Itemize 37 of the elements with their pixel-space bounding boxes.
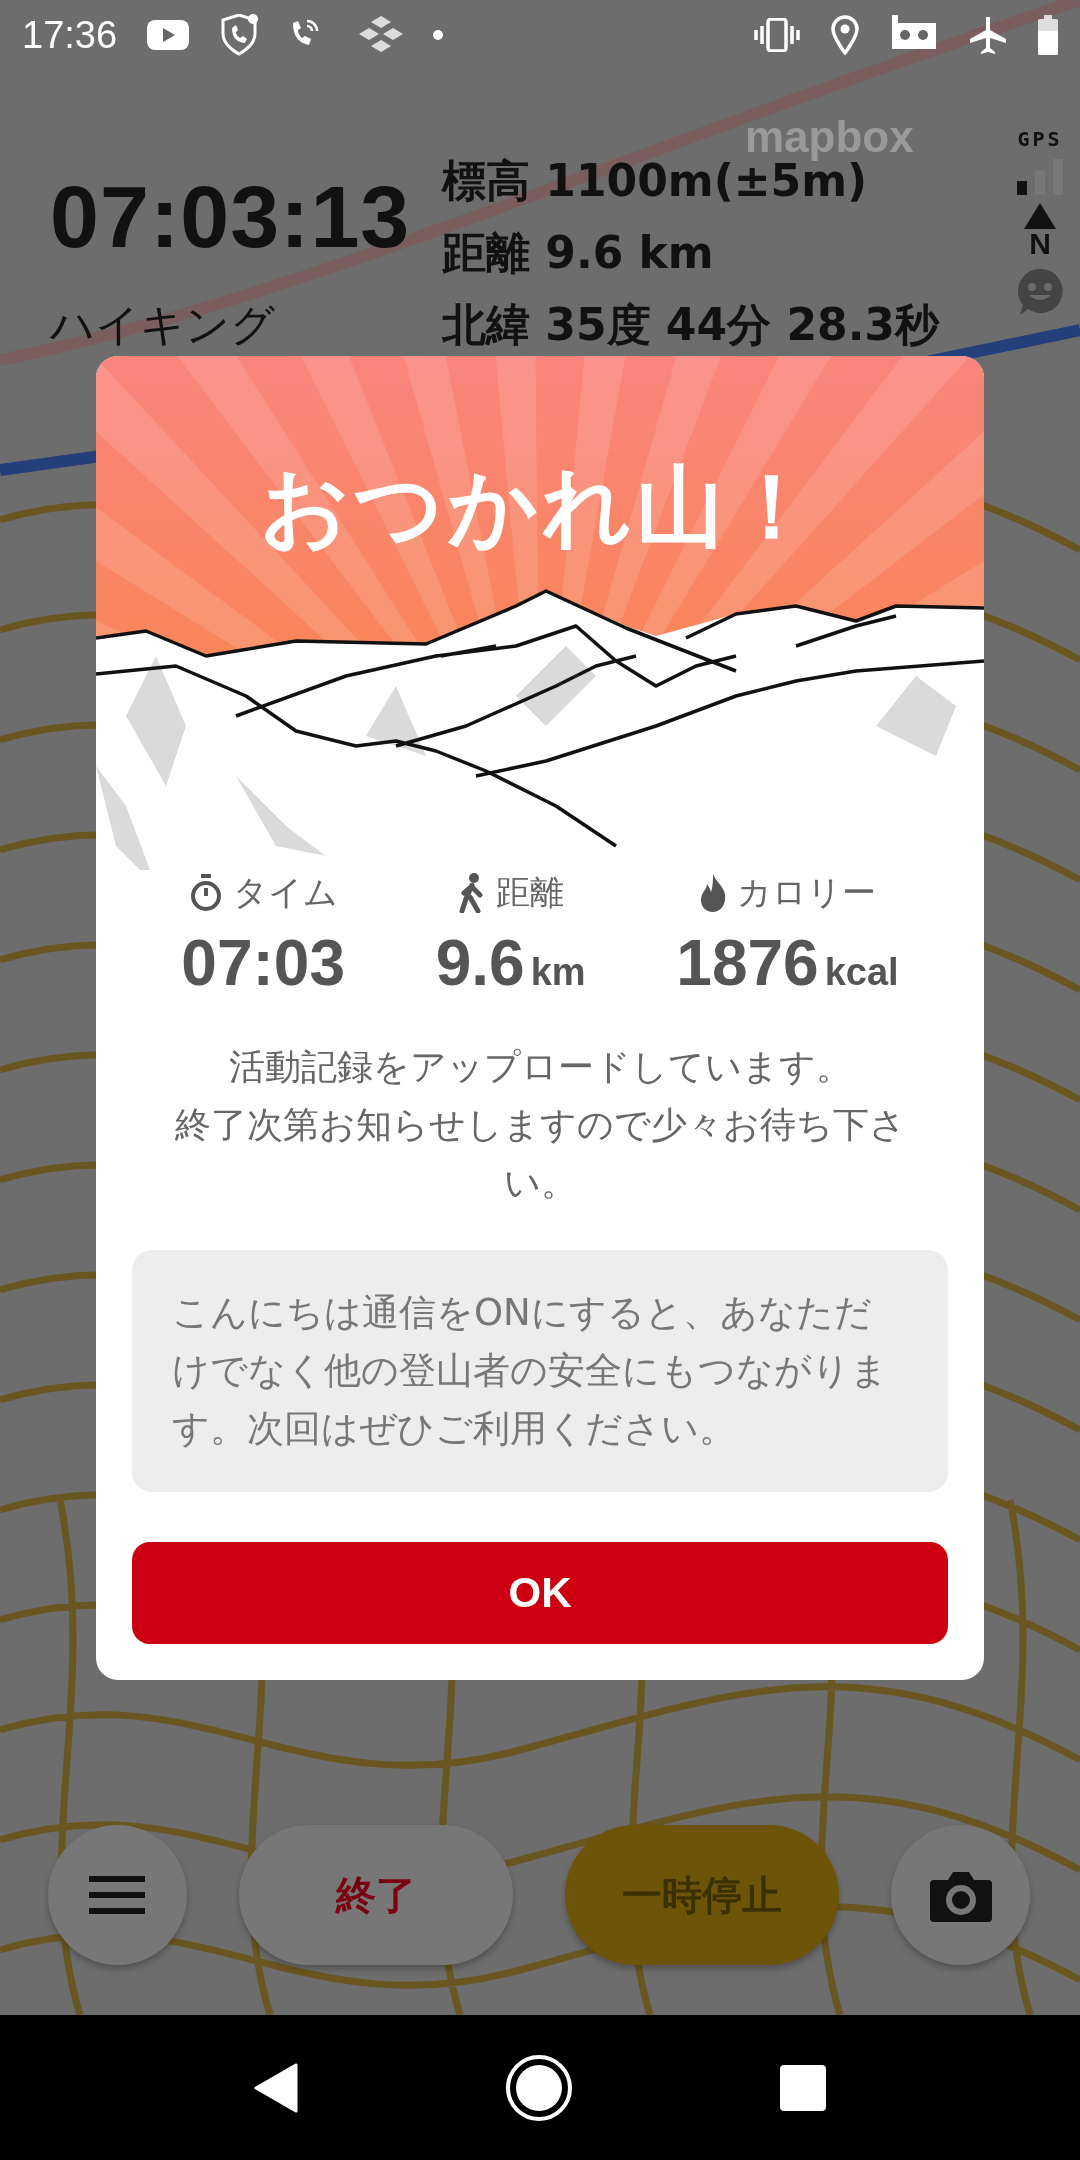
stat-value: 07:03 bbox=[181, 926, 346, 1000]
stopwatch-icon bbox=[188, 874, 223, 912]
north-arrow-icon bbox=[1024, 203, 1056, 229]
walking-person-icon bbox=[457, 873, 486, 913]
position-reading: 距離 9.6 km bbox=[442, 225, 715, 280]
notice-text: こんにちは通信をONにすると、あなただけでなく他の登山者の安全にもつながります。次回はぜひご利用ください。 bbox=[172, 1290, 889, 1452]
back-icon[interactable] bbox=[253, 2062, 298, 2113]
activity-type: ハイキング bbox=[50, 297, 276, 352]
signal-bars-icon bbox=[1015, 159, 1065, 195]
compass-label: N bbox=[1029, 229, 1051, 259]
stat-label: 距離 bbox=[495, 871, 564, 914]
video-app-icon bbox=[147, 20, 190, 50]
status-time: 17:36 bbox=[22, 13, 118, 57]
dot-icon bbox=[433, 30, 444, 40]
flame-icon bbox=[698, 874, 727, 912]
position-reading: 北緯 35度 44分 28.3秒 bbox=[442, 297, 941, 352]
shield-phone-icon bbox=[219, 14, 260, 56]
battery-icon bbox=[1038, 15, 1058, 55]
ok-button[interactable]: OK bbox=[132, 1542, 948, 1644]
airplane-icon bbox=[968, 15, 1008, 55]
recent-apps-icon[interactable] bbox=[780, 2064, 827, 2111]
gps-label: GPS bbox=[1017, 127, 1063, 151]
elapsed-time: 07:03:13 bbox=[50, 166, 412, 268]
vibrate-icon bbox=[754, 18, 800, 52]
stat-value: 1876 bbox=[676, 926, 819, 1000]
dialog-title: おつかれ山！ bbox=[259, 454, 821, 560]
stat-label: カロリー bbox=[736, 871, 876, 914]
stat-value: 9.6 bbox=[435, 926, 525, 1000]
home-icon[interactable] bbox=[505, 2053, 573, 2122]
stat-label: タイム bbox=[232, 871, 338, 914]
position-reading: 標高 1100m(±5m) bbox=[442, 154, 868, 208]
menu-icon bbox=[89, 1876, 146, 1914]
stat-unit: km bbox=[530, 951, 586, 994]
upload-message: 活動記録をアップロードしています。 bbox=[227, 1045, 853, 1089]
location-pin-icon bbox=[830, 15, 860, 55]
stat-unit: kcal bbox=[824, 951, 899, 994]
upload-message: 終了次第お知らせしますので少々お待ち下さい。 bbox=[173, 1103, 907, 1205]
